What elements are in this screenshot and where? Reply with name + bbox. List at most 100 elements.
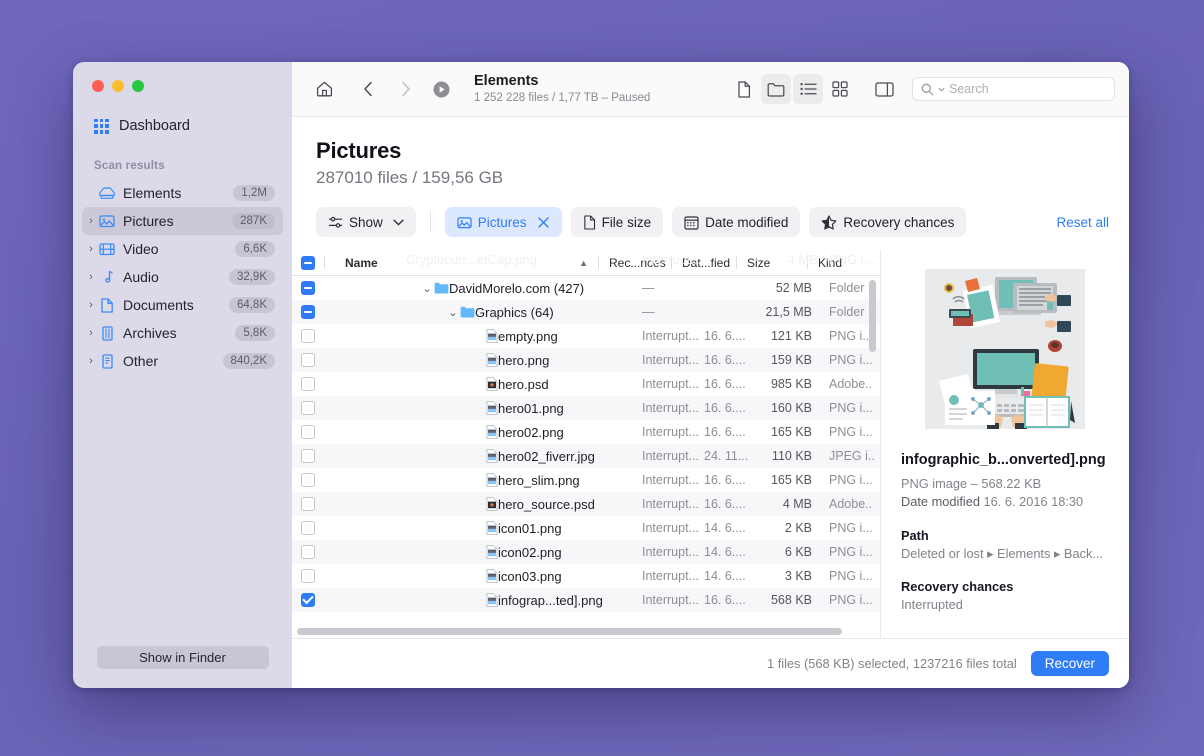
close-icon — [537, 216, 549, 228]
column-header-date[interactable]: Dat...fied — [682, 256, 736, 270]
sidebar-item-elements[interactable]: › Elements 1,2M — [82, 179, 283, 207]
chevron-right-icon[interactable]: › — [84, 215, 98, 227]
vertical-scrollbar[interactable] — [869, 280, 876, 352]
filter-chip-file-size[interactable]: File size — [570, 207, 664, 237]
horizontal-scrollbar-track[interactable] — [292, 625, 880, 638]
table-row[interactable]: hero02_fiverr.jpg Interrupt... 24. 11... 11… — [292, 444, 880, 468]
file-view-icon[interactable] — [729, 74, 759, 104]
table-row[interactable]: ⌄ DavidMorelo.com (427) —52 MB Folder — [292, 276, 880, 300]
row-checkbox[interactable] — [301, 281, 315, 295]
row-file-name: hero.psd — [498, 376, 549, 392]
row-file-name: hero_source.psd — [498, 496, 595, 512]
recover-button[interactable]: Recover — [1030, 651, 1109, 676]
sidebar-item-other[interactable]: › Other 840,2K — [82, 347, 283, 375]
row-checkbox[interactable] — [301, 569, 315, 583]
row-checkbox[interactable] — [301, 449, 315, 463]
show-dropdown[interactable]: Show — [316, 207, 416, 237]
table-row[interactable]: empty.png Interrupt... 16. 6.... 121 KB PNG … — [292, 324, 880, 348]
table-row[interactable]: icon01.png Interrupt... 14. 6.... 2 KB PNG i… — [292, 516, 880, 540]
table-row[interactable]: hero.psd Interrupt... 16. 6.... 985 KB Adobe… — [292, 372, 880, 396]
table-row[interactable]: infograp...ted].png Interrupt... 16. 6....… — [292, 588, 880, 612]
minimize-window-button[interactable] — [112, 80, 124, 92]
back-button[interactable] — [353, 74, 383, 104]
filter-chip-label: File size — [601, 214, 652, 230]
sidebar-footer: Show in Finder — [73, 646, 292, 688]
table-body[interactable]: ⌄ DavidMorelo.com (427) —52 MB Folder ⌄ Graph… — [292, 276, 880, 625]
picture-icon — [98, 214, 116, 228]
search-input[interactable]: Search — [912, 77, 1115, 101]
row-checkbox[interactable] — [301, 353, 315, 367]
column-header-name[interactable]: Name ▲ — [335, 256, 598, 270]
filter-chip-recovery-chances[interactable]: Recovery chances — [809, 207, 967, 237]
search-placeholder: Search — [949, 82, 989, 96]
row-recovery-chances: Interrupt... — [642, 353, 699, 367]
sidebar-item-audio[interactable]: › Audio 32,9K — [82, 263, 283, 291]
chevron-right-icon[interactable]: › — [84, 327, 98, 339]
show-in-finder-button[interactable]: Show in Finder — [96, 646, 269, 669]
row-checkbox-cell — [292, 401, 324, 415]
table-row[interactable]: hero_slim.png Interrupt... 16. 6.... 165 KB… — [292, 468, 880, 492]
sidebar-item-documents[interactable]: › Documents 64,8K — [82, 291, 283, 319]
picture-icon — [457, 216, 472, 228]
sidebar-item-dashboard[interactable]: Dashboard — [94, 118, 292, 134]
row-checkbox[interactable] — [301, 521, 315, 535]
grid-view-icon[interactable] — [825, 74, 855, 104]
table-row[interactable]: hero01.png Interrupt... 16. 6.... 160 KB PNG… — [292, 396, 880, 420]
home-icon[interactable] — [309, 74, 339, 104]
row-file-name: hero.png — [498, 352, 550, 368]
zoom-window-button[interactable] — [132, 80, 144, 92]
select-all-checkbox[interactable] — [301, 255, 315, 270]
row-name-cell: empty.png — [324, 329, 642, 344]
row-date-modified: 14. 6.... — [704, 569, 746, 583]
sidebar-item-archives[interactable]: › Archives 5,8K — [82, 319, 283, 347]
chevron-right-icon[interactable]: › — [84, 355, 98, 367]
disclosure-triangle-icon[interactable]: ⌄ — [446, 306, 460, 319]
folder-view-icon[interactable] — [761, 74, 791, 104]
disclosure-triangle-icon[interactable]: ⌄ — [420, 282, 434, 295]
row-name-cell: hero01.png — [324, 401, 642, 416]
table-row[interactable]: ⌄ Graphics (64) —21,5 MB Folder — [292, 300, 880, 324]
column-header-name-label: Name — [345, 255, 378, 270]
close-window-button[interactable] — [92, 80, 104, 92]
table-row[interactable]: hero02.png Interrupt... 16. 6.... 165 KB PNG… — [292, 420, 880, 444]
table-row[interactable]: hero_source.psd Interrupt... 16. 6.... 4 MB… — [292, 492, 880, 516]
row-checkbox[interactable] — [301, 401, 315, 415]
filter-chip-pictures[interactable]: Pictures — [444, 207, 562, 237]
reset-all-button[interactable]: Reset all — [1056, 215, 1109, 230]
row-date-modified: 16. 6.... — [704, 329, 746, 343]
row-checkbox[interactable] — [301, 545, 315, 559]
row-checkbox[interactable] — [301, 473, 315, 487]
list-view-icon[interactable] — [793, 74, 823, 104]
row-recovery-chances: — — [642, 305, 655, 319]
row-size: 121 KB — [770, 329, 812, 343]
row-file-name: hero02_fiverr.jpg — [498, 448, 595, 464]
app-window: Dashboard Scan results › Elements 1,2M › — [73, 62, 1129, 688]
sidebar-item-pictures[interactable]: › Pictures 287K — [82, 207, 283, 235]
row-checkbox[interactable] — [301, 305, 315, 319]
column-header-kind[interactable]: Kind — [818, 256, 880, 270]
table-row[interactable]: icon03.png Interrupt... 14. 6.... 3 KB PNG i… — [292, 564, 880, 588]
row-name-cell: hero.psd — [324, 377, 642, 392]
row-checkbox[interactable] — [301, 593, 315, 607]
row-checkbox[interactable] — [301, 329, 315, 343]
chevron-right-icon[interactable]: › — [84, 299, 98, 311]
play-circle-icon[interactable] — [426, 74, 456, 104]
column-header-recovery[interactable]: Rec...nces — [609, 256, 671, 270]
row-file-name: icon03.png — [498, 568, 562, 584]
chevron-right-icon[interactable]: › — [84, 271, 98, 283]
horizontal-scrollbar-thumb[interactable] — [297, 628, 842, 635]
chevron-right-icon[interactable]: › — [84, 243, 98, 255]
sidebar-item-video[interactable]: › Video 6,6K — [82, 235, 283, 263]
preview-date-row: Date modified 16. 6. 2016 18:30 — [901, 493, 1109, 511]
table-row[interactable]: hero.png Interrupt... 16. 6.... 159 KB PNG i… — [292, 348, 880, 372]
filter-chip-date-modified[interactable]: Date modified — [672, 207, 801, 237]
sidebar-toggle-icon[interactable] — [869, 74, 899, 104]
column-header-size[interactable]: Size — [747, 256, 807, 270]
row-checkbox[interactable] — [301, 497, 315, 511]
row-name-cell: hero_source.psd — [324, 497, 642, 512]
row-checkbox[interactable] — [301, 377, 315, 391]
forward-button[interactable] — [390, 74, 420, 104]
row-size: 159 KB — [770, 353, 812, 367]
table-row[interactable]: icon02.png Interrupt... 14. 6.... 6 KB PNG i… — [292, 540, 880, 564]
row-checkbox[interactable] — [301, 425, 315, 439]
